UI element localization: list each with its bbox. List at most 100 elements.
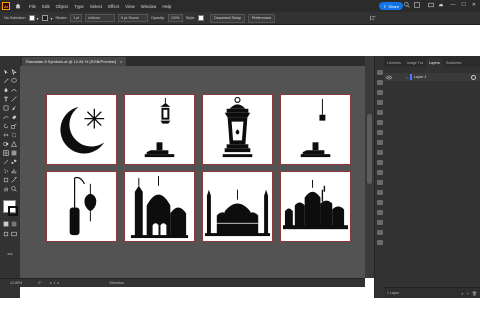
stroke-icon[interactable] — [377, 130, 383, 135]
stroke-swatch[interactable] — [42, 15, 49, 21]
tab-image-trace[interactable]: Image Tra — [404, 58, 426, 67]
more-tools-icon[interactable] — [7, 251, 13, 257]
libraries-icon[interactable] — [377, 80, 383, 85]
eraser-icon[interactable] — [11, 114, 17, 120]
layers-icon[interactable] — [377, 230, 383, 235]
fill-swatch[interactable] — [28, 15, 35, 21]
menu-edit[interactable]: Edit — [42, 4, 50, 9]
layer-name[interactable]: Layer 1 — [414, 75, 427, 79]
artboard-lantern[interactable] — [203, 95, 272, 164]
lasso-icon[interactable] — [11, 78, 17, 84]
mesh-tool-icon[interactable] — [3, 150, 9, 156]
artboard-moon-star[interactable] — [47, 95, 116, 164]
opacity-field[interactable]: 100% — [167, 14, 183, 22]
eyedropper-icon[interactable] — [3, 159, 9, 165]
character-icon[interactable] — [377, 210, 383, 215]
chevron-down-icon[interactable]: ▾ — [50, 16, 52, 21]
symbols-icon[interactable] — [377, 120, 383, 125]
pen-tool-icon[interactable] — [3, 87, 9, 93]
eye-icon[interactable] — [386, 75, 392, 80]
artboard-hanging-lantern[interactable] — [47, 172, 116, 241]
free-transform-icon[interactable] — [11, 132, 17, 138]
artboard-mosque-skyline[interactable] — [281, 172, 350, 241]
gradient-mode-icon[interactable] — [11, 221, 17, 227]
tab-swatches[interactable]: Swatches — [443, 58, 465, 67]
close-tab-icon[interactable]: × — [120, 59, 122, 64]
rectangle-tool-icon[interactable] — [3, 105, 9, 111]
zoom-level[interactable]: 12.89% — [10, 281, 22, 285]
home-icon[interactable] — [14, 2, 22, 10]
arrange-icon[interactable] — [414, 2, 420, 8]
align-panel-icon[interactable] — [377, 180, 383, 185]
scale-tool-icon[interactable] — [11, 123, 17, 129]
direct-selection-icon[interactable] — [11, 69, 17, 75]
zoom-tool-icon[interactable] — [11, 186, 17, 192]
graphic-styles-icon[interactable] — [377, 170, 383, 175]
style-swatch[interactable] — [198, 15, 205, 21]
menu-file[interactable]: File — [29, 4, 36, 9]
tab-libraries[interactable]: Libraries — [384, 58, 404, 67]
document-tab[interactable]: Ramadan 8 Symbols.ai @ 12.84 % (RGB/Prev… — [22, 57, 127, 66]
width-tool-icon[interactable] — [3, 132, 9, 138]
align-icon[interactable] — [370, 15, 376, 21]
color-mode-icon[interactable] — [3, 221, 9, 227]
swatches-icon[interactable] — [377, 100, 383, 105]
artboard-moon-lantern[interactable] — [125, 95, 194, 164]
minimize-icon[interactable]: — — [450, 2, 455, 8]
vertical-scrollbar[interactable] — [365, 56, 374, 278]
pathfinder-icon[interactable] — [377, 190, 383, 195]
artboard-tool-icon[interactable] — [3, 177, 9, 183]
menu-view[interactable]: View — [125, 4, 134, 9]
hand-tool-icon[interactable] — [3, 186, 9, 192]
color-icon[interactable] — [377, 90, 383, 95]
type-tool-icon[interactable] — [3, 96, 9, 102]
workspace-icon[interactable] — [428, 2, 434, 8]
shaper-tool-icon[interactable] — [3, 114, 9, 120]
blend-tool-icon[interactable] — [11, 159, 17, 165]
preferences-button[interactable]: Preferences — [247, 13, 276, 23]
symbol-sprayer-icon[interactable] — [3, 168, 9, 174]
artboard-number[interactable]: 1 — [53, 281, 55, 285]
scroll-thumb[interactable] — [367, 114, 372, 184]
column-graph-icon[interactable] — [11, 168, 17, 174]
artboard-mosque-minarets[interactable] — [125, 172, 194, 241]
prev-artboard-icon[interactable]: ◂ — [50, 281, 52, 285]
brushes-icon[interactable] — [377, 110, 383, 115]
artboard-moon-ornament[interactable] — [281, 95, 350, 164]
selection-tool-icon[interactable] — [3, 69, 9, 75]
menu-help[interactable]: Help — [162, 4, 171, 9]
draw-mode-icon[interactable] — [3, 231, 9, 237]
perspective-grid-icon[interactable] — [11, 141, 17, 147]
magic-wand-icon[interactable] — [3, 78, 9, 84]
search-icon[interactable]: ⌕ — [461, 291, 463, 296]
next-artboard-icon[interactable]: ▸ — [57, 281, 59, 285]
paintbrush-icon[interactable] — [11, 105, 17, 111]
tab-layers[interactable]: Layers — [425, 58, 443, 67]
brush-definition[interactable]: 5 pt. Round — [118, 14, 149, 22]
canvas[interactable] — [20, 66, 365, 278]
new-layer-icon[interactable]: + — [467, 291, 469, 296]
artboards-icon[interactable] — [377, 240, 383, 245]
curvature-icon[interactable] — [11, 87, 17, 93]
transparency-icon[interactable] — [377, 150, 383, 155]
target-icon[interactable] — [471, 74, 476, 80]
slice-tool-icon[interactable] — [11, 177, 17, 183]
appearance-icon[interactable] — [377, 160, 383, 165]
layer-row[interactable]: › Layer 1 — [384, 73, 480, 81]
menu-object[interactable]: Object — [56, 4, 69, 9]
shape-builder-icon[interactable] — [3, 141, 9, 147]
menu-select[interactable]: Select — [90, 4, 102, 9]
gradient-icon[interactable] — [377, 140, 383, 145]
rotation-angle[interactable]: 0° — [38, 281, 41, 285]
cloud-icon[interactable] — [438, 2, 444, 8]
delete-icon[interactable]: 🗑 — [472, 291, 477, 296]
gradient-tool-icon[interactable] — [11, 150, 17, 156]
opacity-label[interactable]: Opacity: — [151, 16, 165, 20]
transform-icon[interactable] — [377, 200, 383, 205]
document-setup-button[interactable]: Document Setup — [210, 13, 245, 23]
search-icon[interactable] — [404, 2, 410, 8]
paragraph-icon[interactable] — [377, 220, 383, 225]
menu-effect[interactable]: Effect — [108, 4, 119, 9]
rotate-tool-icon[interactable] — [3, 123, 9, 129]
close-icon[interactable]: ✕ — [472, 2, 476, 8]
